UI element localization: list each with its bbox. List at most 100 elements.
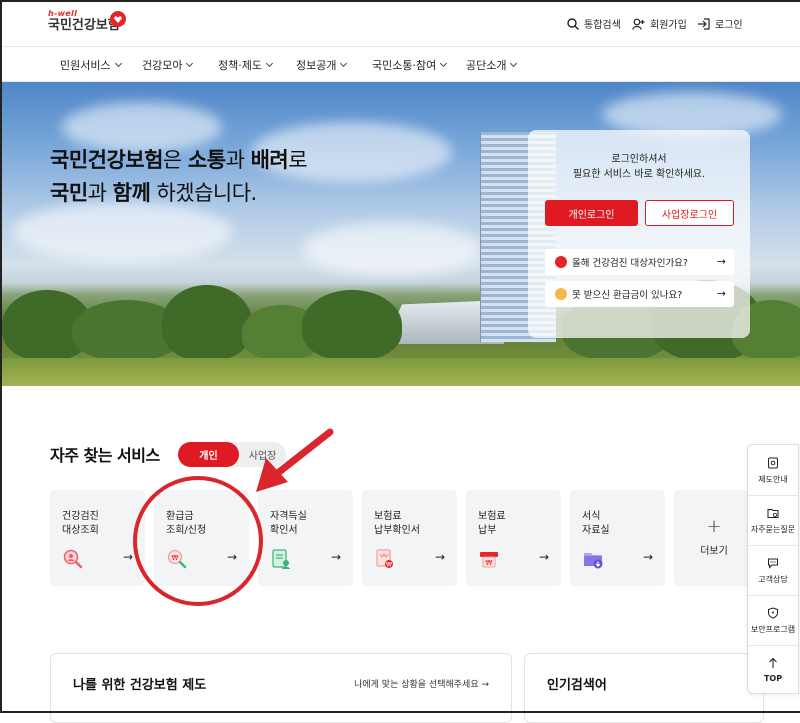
grass-field bbox=[2, 358, 800, 386]
search-person-icon bbox=[63, 549, 83, 569]
nav-item-civil-service[interactable]: 민원서비스 bbox=[60, 57, 122, 73]
arrow-up-icon bbox=[769, 657, 777, 668]
hero-banner: 국민건강보험은 소통과 배려로 국민과 함께 하겠습니다. 로그인하셔서 필요한… bbox=[2, 82, 800, 386]
divider bbox=[748, 595, 798, 596]
checkup-link-label: 올해 건강검진 대상자인가요? bbox=[572, 258, 688, 269]
nav-label: 공단소개 bbox=[466, 59, 507, 72]
service-label: 보험료 납부확인서 bbox=[374, 511, 420, 536]
service-card-forms[interactable]: 서식 자료실 → bbox=[570, 490, 665, 586]
nav-item-communication[interactable]: 국민소통·참여 bbox=[372, 57, 448, 73]
chevron-down-icon bbox=[186, 59, 194, 68]
arrow-right-icon: → bbox=[434, 550, 445, 564]
hero-word: 은 bbox=[162, 148, 188, 172]
scroll-top-button[interactable]: TOP bbox=[748, 657, 798, 683]
svg-text:₩: ₩ bbox=[486, 559, 493, 567]
signup-label: 회원가입 bbox=[650, 20, 687, 31]
service-card-checkup[interactable]: 건강검진 대상조회 → bbox=[50, 490, 145, 586]
certificate-icon bbox=[272, 549, 290, 569]
chat-icon bbox=[768, 558, 778, 569]
chevron-down-icon bbox=[340, 59, 348, 68]
hero-word: 소통 bbox=[187, 148, 226, 172]
arrow-right-icon: → bbox=[716, 255, 726, 268]
nav-label: 민원서비스 bbox=[60, 59, 111, 72]
quick-item-consult[interactable]: 고객상담 bbox=[748, 557, 798, 585]
arrow-right-icon: → bbox=[716, 287, 726, 300]
tab-personal[interactable]: 개인 bbox=[178, 442, 239, 467]
service-card-payment[interactable]: 보험료 납부 ₩ → bbox=[466, 490, 561, 586]
quick-item-label: 보안프로그램 bbox=[750, 625, 796, 634]
nav-item-policy[interactable]: 정책·제도 bbox=[218, 57, 274, 73]
svg-text:₩: ₩ bbox=[386, 562, 392, 569]
login-card: 로그인하셔서 필요한 서비스 바로 확인하세요. 개인로그인 사업장로그인 올해… bbox=[528, 130, 750, 338]
hero-word: 배려 bbox=[250, 148, 289, 172]
logo-small-text: h-well bbox=[48, 9, 78, 18]
quick-item-label: 자주묻는질문 bbox=[750, 525, 796, 534]
hero-word: 함께 bbox=[112, 181, 151, 205]
top-cut-text: · ··· · · ··· · ··· ·· ·· ·· · bbox=[455, 0, 541, 6]
chevron-down-icon bbox=[114, 59, 122, 68]
service-label: 보험료 납부 bbox=[478, 511, 506, 536]
service-card-payment-confirm[interactable]: 보험료 납부확인서 ₩ → bbox=[362, 490, 457, 586]
document-icon bbox=[768, 457, 778, 469]
business-login-button[interactable]: 사업장로그인 bbox=[645, 200, 734, 226]
select-situation-link[interactable]: 나에게 맞는 상황을 선택해주세요 → bbox=[354, 677, 489, 690]
panel-title: 인기검색어 bbox=[547, 678, 607, 693]
nav-label: 건강모아 bbox=[142, 59, 183, 72]
hero-word: 과 bbox=[225, 148, 251, 172]
arrow-right-icon: → bbox=[330, 550, 341, 564]
refund-link[interactable]: 못 받으신 환급금이 있나요? → bbox=[545, 281, 734, 307]
quick-item-label: 고객상담 bbox=[758, 575, 788, 584]
divider bbox=[748, 495, 798, 496]
search-link[interactable]: 통합검색 bbox=[567, 16, 621, 31]
search-icon bbox=[567, 17, 579, 30]
service-card-eligibility[interactable]: 자격득실 확인서 → bbox=[258, 490, 353, 586]
nav-label: 국민소통·참여 bbox=[372, 59, 437, 72]
add-user-icon bbox=[632, 18, 645, 30]
tree-shape bbox=[302, 290, 402, 360]
services-title: 자주 찾는 서비스 bbox=[50, 446, 160, 465]
arrow-right-icon: → bbox=[122, 550, 133, 564]
service-label: 건강검진 대상조회 bbox=[62, 511, 99, 536]
header: · ··· · · ··· · ··· ·· ·· ·· · h-well 국민… bbox=[0, 0, 800, 47]
refund-link-label: 못 받으신 환급금이 있나요? bbox=[572, 290, 683, 301]
quick-menu: 제도안내 자주묻는질문 고객상담 보안프로그램 TOP bbox=[747, 444, 799, 694]
logo[interactable]: h-well 국민건강보험 bbox=[48, 9, 126, 34]
quick-item-system-guide[interactable]: 제도안내 bbox=[748, 457, 798, 485]
service-card-more[interactable]: + 더보기 bbox=[674, 490, 754, 586]
search-label: 통합검색 bbox=[584, 20, 621, 31]
nav-item-health-moa[interactable]: 건강모아 bbox=[142, 57, 194, 73]
payment-card-icon: ₩ bbox=[480, 552, 498, 568]
nav-item-about[interactable]: 공단소개 bbox=[466, 57, 518, 73]
hero-word: 로 bbox=[288, 148, 308, 172]
logo-main-text: 국민건강보험 bbox=[48, 18, 120, 33]
tree-shape bbox=[162, 285, 252, 360]
arrow-right-icon: → bbox=[642, 550, 653, 564]
login-message: 로그인하셔서 필요한 서비스 바로 확인하세요. bbox=[528, 152, 750, 182]
divider bbox=[748, 645, 798, 646]
chevron-down-icon bbox=[510, 59, 518, 68]
nav-item-disclosure[interactable]: 정보공개 bbox=[296, 57, 348, 73]
global-nav: 민원서비스 건강모아 정책·제도 정보공개 국민소통·참여 공단소개 bbox=[0, 47, 800, 82]
hero-word: 하겠습니다. bbox=[150, 181, 257, 205]
service-label: 서식 자료실 bbox=[582, 511, 610, 536]
shield-icon bbox=[768, 607, 778, 619]
quick-item-label: TOP bbox=[763, 674, 783, 683]
service-label: 자격득실 확인서 bbox=[270, 511, 307, 536]
quick-item-faq[interactable]: 자주묻는질문 bbox=[748, 507, 798, 535]
heart-check-icon bbox=[555, 256, 567, 268]
checkup-target-link[interactable]: 올해 건강검진 대상자인가요? → bbox=[545, 249, 734, 275]
hand-coin-icon bbox=[555, 288, 567, 300]
login-message-line: 로그인하셔서 bbox=[611, 154, 667, 165]
annotation-arrow-icon bbox=[256, 428, 334, 492]
quick-item-security[interactable]: 보안프로그램 bbox=[748, 607, 798, 635]
signup-link[interactable]: 회원가입 bbox=[632, 16, 687, 31]
plus-icon: + bbox=[706, 516, 722, 537]
login-message-line: 필요한 서비스 바로 확인하세요. bbox=[572, 169, 706, 180]
personal-login-button[interactable]: 개인로그인 bbox=[545, 200, 638, 226]
nav-label: 정보공개 bbox=[296, 59, 337, 72]
hero-word: 과 bbox=[87, 181, 113, 205]
login-icon bbox=[698, 17, 710, 30]
arrow-right-icon: → bbox=[538, 550, 549, 564]
login-link[interactable]: 로그인 bbox=[697, 16, 743, 31]
folder-question-icon bbox=[767, 509, 779, 518]
